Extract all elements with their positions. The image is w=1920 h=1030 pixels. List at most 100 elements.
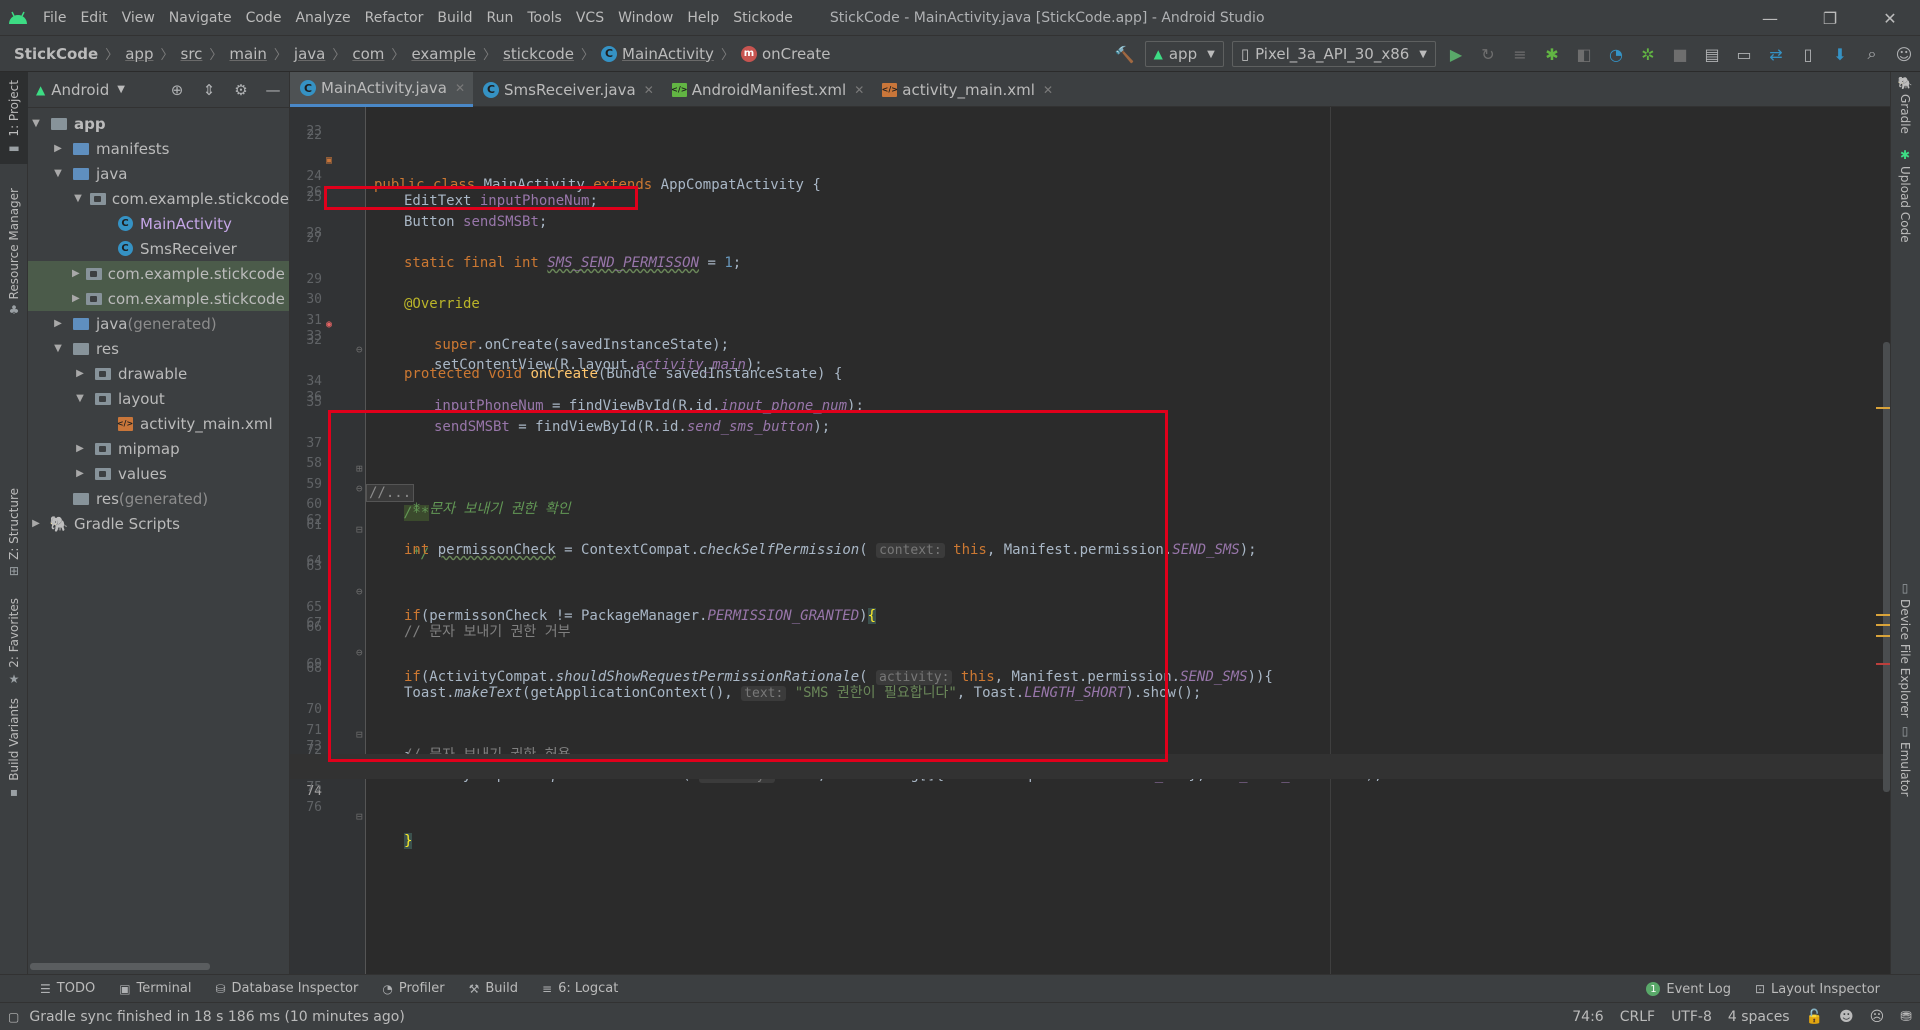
close-icon[interactable]: ✕: [455, 81, 465, 95]
caret-position[interactable]: 74:6: [1572, 1009, 1603, 1025]
tree-item-res-generated[interactable]: res (generated): [28, 486, 289, 511]
tree-item-java[interactable]: ▼ java: [28, 161, 289, 186]
structure-tab[interactable]: Z: Structure ⊞: [0, 482, 28, 578]
event-log-tab[interactable]: 1 Event Log: [1646, 982, 1731, 997]
breadcrumb-app[interactable]: app 〉: [125, 44, 180, 64]
sync-gradle-icon[interactable]: ⇄: [1760, 36, 1792, 72]
account-icon[interactable]: ☺: [1888, 36, 1920, 72]
menu-vcs[interactable]: VCS: [569, 0, 611, 36]
feedback-icon[interactable]: ☹: [1870, 1009, 1885, 1025]
tree-item-manifests[interactable]: ▶ manifests: [28, 136, 289, 161]
tree-item-layout[interactable]: ▼ layout: [28, 386, 289, 411]
tree-item-android-test-package[interactable]: ▶ com.example.stickcode (: [28, 261, 289, 286]
breadcrumb-main[interactable]: main 〉: [229, 44, 294, 64]
menu-build[interactable]: Build: [430, 0, 479, 36]
project-structure-icon[interactable]: ▤: [1696, 36, 1728, 72]
warning-marker[interactable]: [1876, 635, 1890, 637]
rerun-icon[interactable]: ↻: [1472, 36, 1504, 72]
tree-item-java-generated[interactable]: ▶ java (generated): [28, 311, 289, 336]
sdk-manager-icon[interactable]: ⬇: [1824, 36, 1856, 72]
close-window-button[interactable]: ✕: [1860, 0, 1920, 36]
profile-icon[interactable]: ◔: [1600, 36, 1632, 72]
debug-icon[interactable]: ✱: [1536, 36, 1568, 72]
avd-manager-icon[interactable]: ▭: [1728, 36, 1760, 72]
menu-analyze[interactable]: Analyze: [288, 0, 357, 36]
toggle-tool-windows-icon[interactable]: ▢: [8, 1010, 19, 1024]
logcat-tab[interactable]: ≡ 6: Logcat: [542, 981, 618, 996]
project-tool-tab[interactable]: 1: Project ▬: [0, 72, 28, 164]
layout-inspector-tab[interactable]: ⊡ Layout Inspector: [1755, 982, 1880, 997]
coverage-icon[interactable]: ◧: [1568, 36, 1600, 72]
warning-marker[interactable]: [1876, 614, 1890, 616]
breadcrumb-src[interactable]: src 〉: [181, 44, 230, 64]
warning-marker[interactable]: [1876, 407, 1890, 409]
tree-item-activity-main-xml[interactable]: </> activity_main.xml: [28, 411, 289, 436]
build-variants-tab[interactable]: Build Variants ▪: [0, 692, 28, 799]
locate-icon[interactable]: ⊕: [161, 81, 193, 99]
close-icon[interactable]: ✕: [644, 83, 654, 97]
lock-icon[interactable]: 🔓: [1806, 1009, 1823, 1025]
line-separator[interactable]: CRLF: [1620, 1009, 1655, 1025]
tree-item-package[interactable]: ▼ com.example.stickcode: [28, 186, 289, 211]
terminal-tab[interactable]: ▣ Terminal: [119, 981, 191, 996]
apply-changes-icon[interactable]: ≡: [1504, 36, 1536, 72]
breadcrumb-oncreate[interactable]: m onCreate: [740, 45, 830, 63]
breadcrumb-mainactivity[interactable]: C MainActivity 〉: [601, 44, 741, 63]
tree-item-test-package[interactable]: ▶ com.example.stickcode (: [28, 286, 289, 311]
menu-navigate[interactable]: Navigate: [162, 0, 239, 36]
memory-icon[interactable]: ⛃: [1900, 1009, 1912, 1025]
menu-tools[interactable]: Tools: [520, 0, 569, 36]
tab-androidmanifest-xml[interactable]: </> AndroidManifest.xml ✕: [662, 72, 873, 107]
breadcrumb-example[interactable]: example 〉: [411, 44, 503, 64]
hide-icon[interactable]: —: [257, 81, 289, 99]
search-icon[interactable]: ⌕: [1856, 36, 1888, 72]
gear-icon[interactable]: ⚙: [225, 81, 257, 99]
menu-refactor[interactable]: Refactor: [358, 0, 431, 36]
stop-icon[interactable]: ■: [1664, 36, 1696, 72]
file-encoding[interactable]: UTF-8: [1671, 1009, 1712, 1025]
breadcrumb-stickcode[interactable]: stickcode 〉: [503, 44, 601, 64]
tab-mainactivity-java[interactable]: C MainActivity.java ✕: [290, 72, 474, 107]
tree-item-app[interactable]: ▼ app: [28, 111, 289, 136]
error-marker[interactable]: [1876, 663, 1890, 665]
emulator-tab[interactable]: ▯ Emulator: [1890, 720, 1920, 815]
gradle-tab[interactable]: 🐘 Gradle: [1890, 72, 1920, 142]
horizontal-scrollbar[interactable]: [30, 963, 210, 970]
attach-debugger-icon[interactable]: ✲: [1632, 36, 1664, 72]
run-config-select[interactable]: ▲ app ▼: [1144, 41, 1224, 67]
indent-setting[interactable]: 4 spaces: [1728, 1009, 1790, 1025]
device-manager-icon[interactable]: ▯: [1792, 36, 1824, 72]
menu-edit[interactable]: Edit: [73, 0, 114, 36]
close-icon[interactable]: ✕: [1043, 83, 1053, 97]
tree-item-smsreceiver[interactable]: C SmsReceiver: [28, 236, 289, 261]
close-icon[interactable]: ✕: [854, 83, 864, 97]
status-message[interactable]: Gradle sync finished in 18 s 186 ms (10 …: [29, 1009, 404, 1025]
menu-stickode[interactable]: Stickode: [726, 0, 800, 36]
tree-item-drawable[interactable]: ▶ drawable: [28, 361, 289, 386]
menu-window[interactable]: Window: [611, 0, 680, 36]
vertical-scrollbar[interactable]: [1883, 342, 1890, 792]
menu-view[interactable]: View: [115, 0, 162, 36]
build-tab[interactable]: ⚒ Build: [469, 981, 518, 996]
menu-file[interactable]: File: [36, 0, 73, 36]
resource-manager-tab[interactable]: Resource Manager ♣: [0, 182, 28, 362]
minimize-button[interactable]: —: [1740, 0, 1800, 36]
todo-tab[interactable]: ☰ TODO: [40, 981, 95, 996]
menu-code[interactable]: Code: [239, 0, 289, 36]
view-mode-select[interactable]: Android: [51, 81, 109, 99]
tree-item-gradle-scripts[interactable]: ▶ 🐘 Gradle Scripts: [28, 511, 289, 536]
database-inspector-tab[interactable]: ⛁ Database Inspector: [215, 981, 358, 996]
tree-item-mainactivity[interactable]: C MainActivity: [28, 211, 289, 236]
device-select[interactable]: ▯ Pixel_3a_API_30_x86 ▼: [1231, 41, 1436, 67]
breadcrumb-project[interactable]: StickCode 〉: [14, 44, 125, 64]
menu-help[interactable]: Help: [680, 0, 726, 36]
hammer-icon[interactable]: 🔨: [1109, 36, 1141, 72]
breadcrumb-com[interactable]: com 〉: [352, 44, 411, 64]
tree-item-values[interactable]: ▶ values: [28, 461, 289, 486]
inspection-icon[interactable]: ☻: [1839, 1009, 1854, 1025]
tree-item-res[interactable]: ▼ res: [28, 336, 289, 361]
chevron-down-icon[interactable]: ▼: [117, 84, 125, 95]
restore-button[interactable]: ❐: [1800, 0, 1860, 36]
run-icon[interactable]: ▶: [1440, 36, 1472, 72]
profiler-tab[interactable]: ◔ Profiler: [382, 981, 444, 996]
